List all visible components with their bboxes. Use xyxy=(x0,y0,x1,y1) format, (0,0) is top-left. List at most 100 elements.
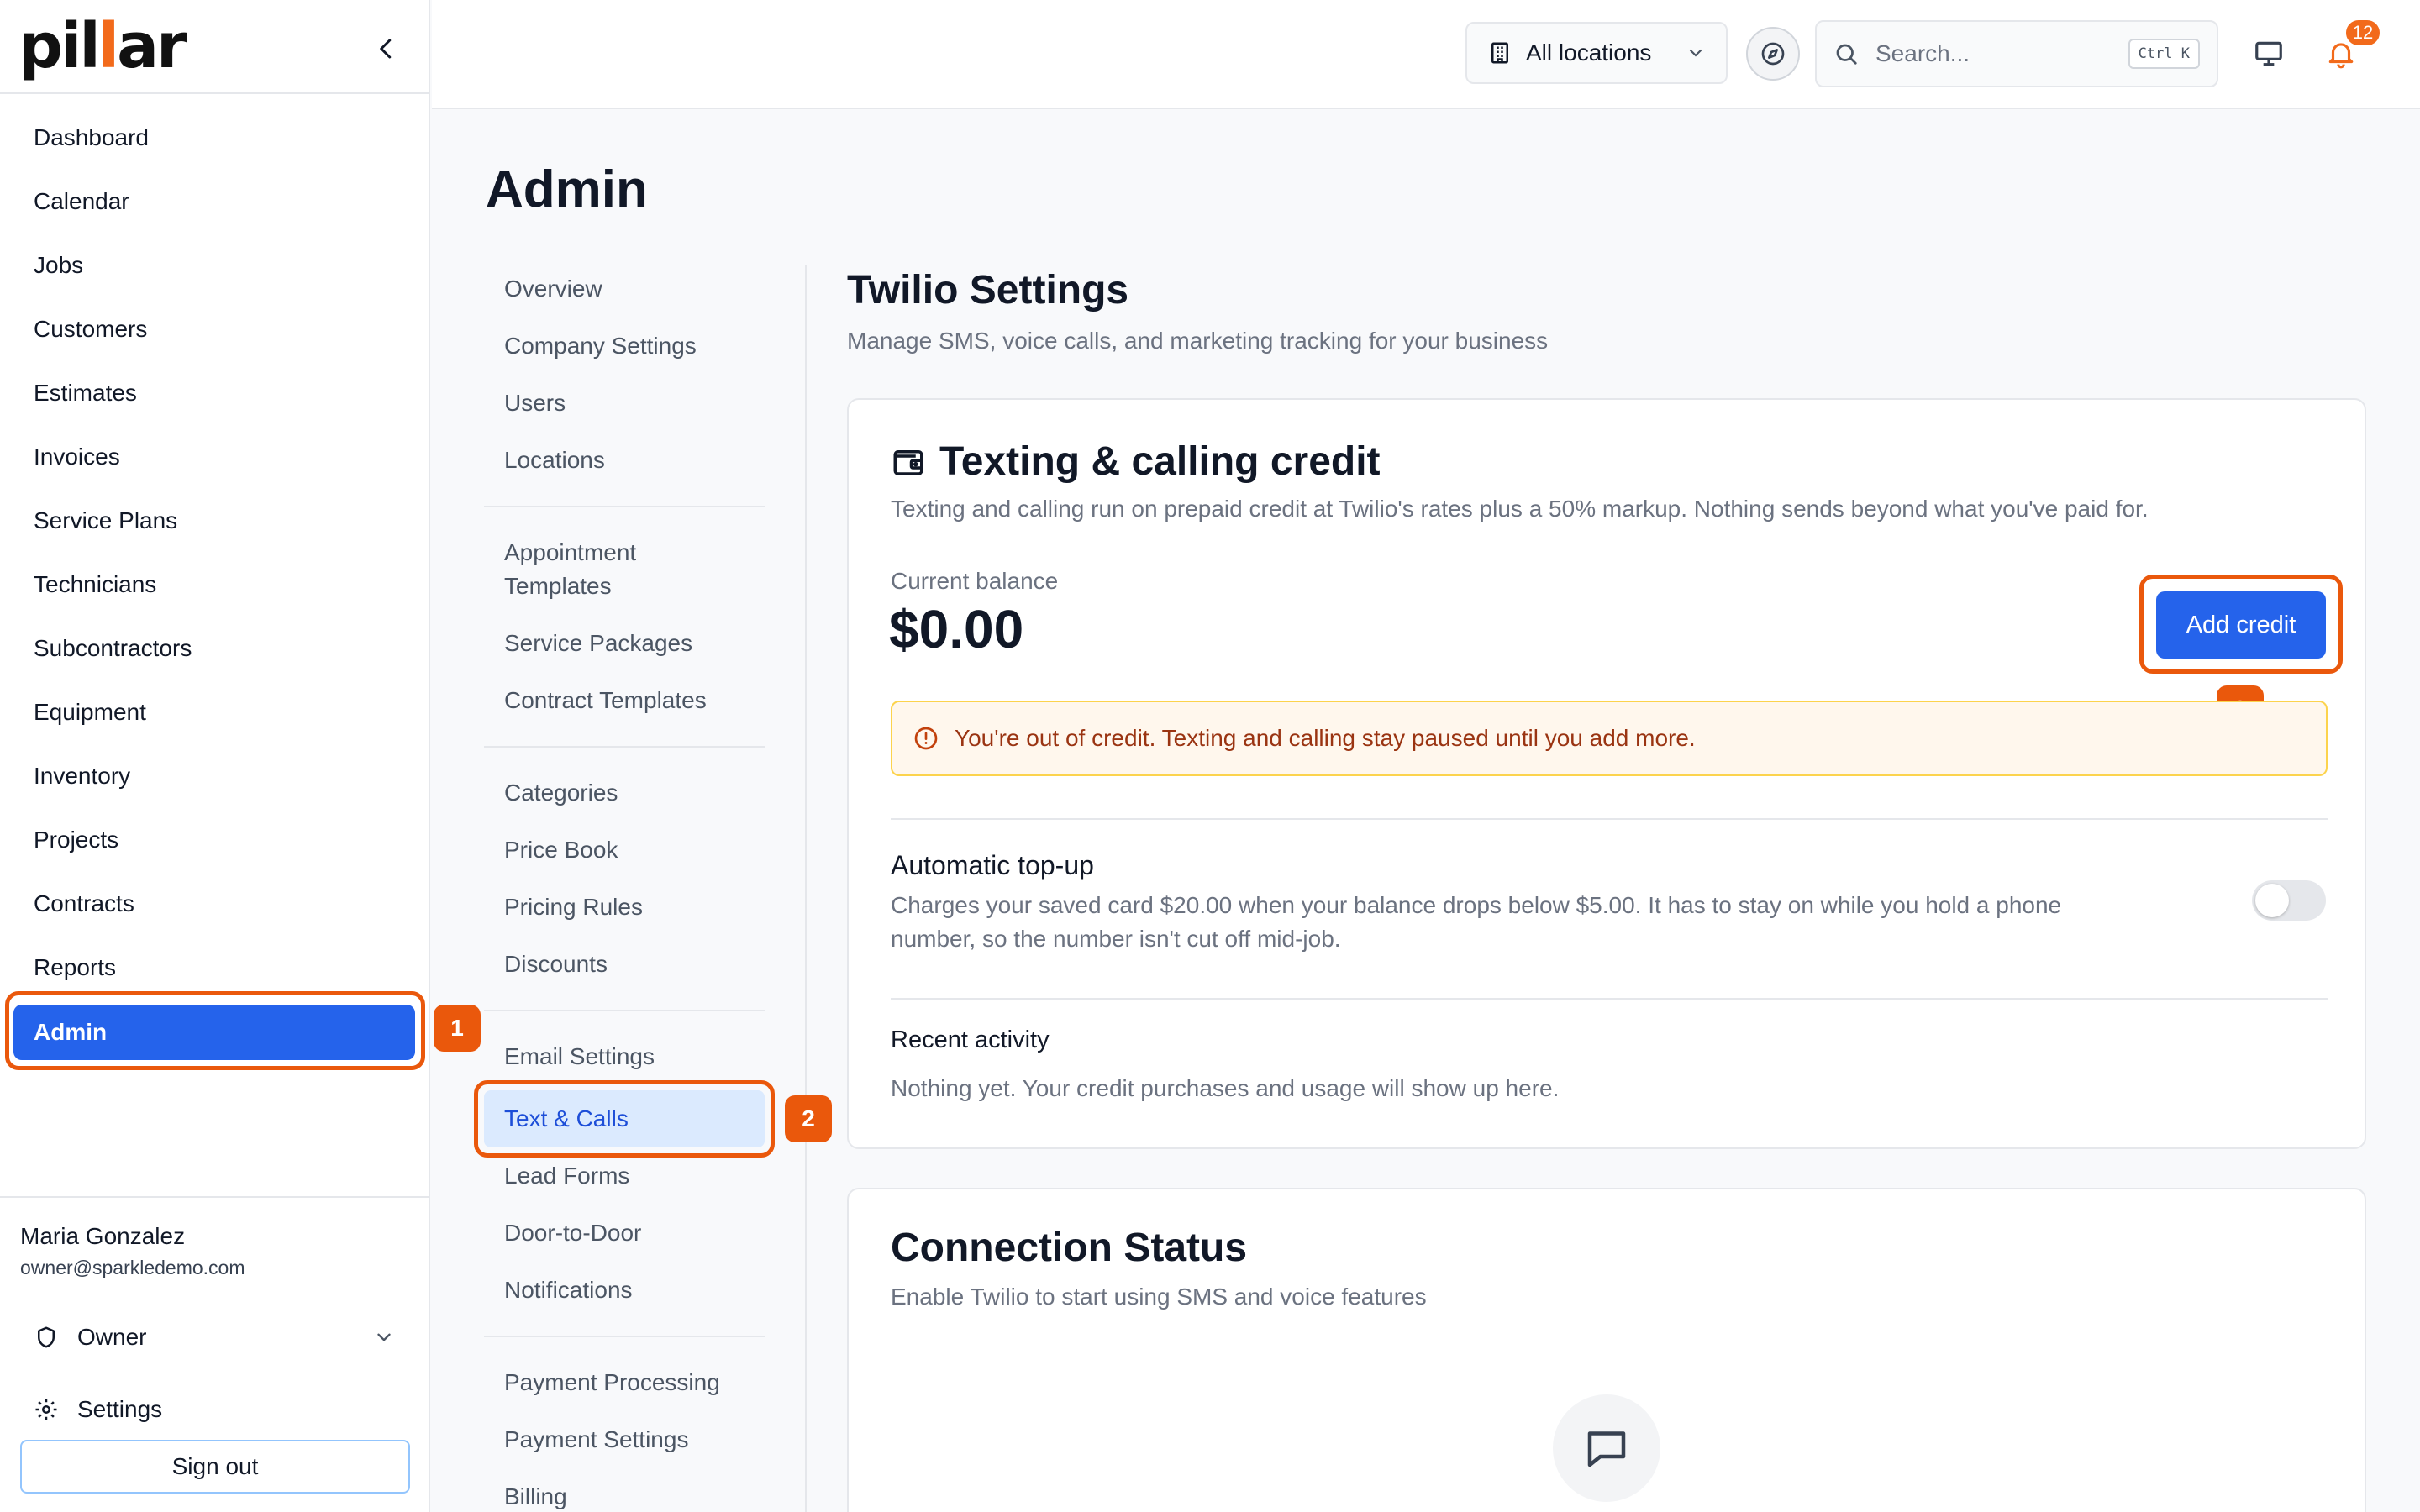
sidebar-item-jobs[interactable]: Jobs xyxy=(0,234,430,297)
display-mode-button[interactable] xyxy=(2245,30,2292,77)
subnav-item-service-packages[interactable]: Service Packages xyxy=(484,615,765,672)
subnav-separator xyxy=(484,506,765,507)
auto-topup-title: Automatic top-up xyxy=(891,850,1094,880)
sidebar-item-contracts[interactable]: Contracts xyxy=(0,872,430,936)
sidebar-item-calendar[interactable]: Calendar xyxy=(0,170,430,234)
subnav-item-door-to-door[interactable]: Door-to-Door xyxy=(484,1205,765,1262)
subnav-item-overview[interactable]: Overview xyxy=(484,260,765,318)
alert-message: You're out of credit. Texting and callin… xyxy=(955,725,1696,751)
sidebar-item-label: Admin xyxy=(13,1005,415,1060)
step-badge-2: 2 xyxy=(785,1095,832,1142)
subnav-item-categories[interactable]: Categories xyxy=(484,764,765,822)
sidebar: pillar Dashboard Calendar Jobs Customers Est… xyxy=(0,0,430,1512)
balance-value: $0.00 xyxy=(889,599,1024,659)
logo-row: pillar xyxy=(0,0,429,94)
user-block: Maria Gonzalez owner@sparkledemo.com Own… xyxy=(0,1196,430,1512)
subnav-item-notifications[interactable]: Notifications xyxy=(484,1262,765,1319)
gear-icon xyxy=(35,1399,57,1420)
sidebar-item-projects[interactable]: Projects xyxy=(0,808,430,872)
subnav-item-discounts[interactable]: Discounts xyxy=(484,936,765,993)
auto-topup-description: Charges your saved card $20.00 when your… xyxy=(891,892,2062,952)
subnav-item-locations[interactable]: Locations xyxy=(484,432,765,489)
subnav-item-contract-templates[interactable]: Contract Templates xyxy=(484,672,765,729)
subnav-item-lead-forms[interactable]: Lead Forms xyxy=(484,1147,765,1205)
sidebar-item-admin[interactable]: Admin xyxy=(0,1000,430,1063)
search-box: Ctrl K xyxy=(1815,20,2218,87)
sidebar-item-customers[interactable]: Customers xyxy=(0,297,430,361)
subnav-item-pricing-rules[interactable]: Pricing Rules xyxy=(484,879,765,936)
chevron-down-icon xyxy=(1689,49,1702,57)
search-input[interactable] xyxy=(1876,40,2111,67)
role-selector[interactable]: Owner xyxy=(34,1312,395,1362)
credit-card-header: Texting & calling credit xyxy=(891,438,1381,485)
subnav-item-payment-settings[interactable]: Payment Settings xyxy=(484,1411,765,1468)
sidebar-item-estimates[interactable]: Estimates xyxy=(0,361,430,425)
toggle-knob xyxy=(2255,884,2289,917)
settings-link[interactable]: Settings xyxy=(34,1384,162,1435)
subnav-item-appointment-templates[interactable]: Appointment Templates xyxy=(484,524,677,615)
connection-card-title: Connection Status xyxy=(891,1226,1248,1270)
subnav-item-price-book[interactable]: Price Book xyxy=(484,822,765,879)
out-of-credit-alert: You're out of credit. Texting and callin… xyxy=(891,701,2328,776)
location-label: All locations xyxy=(1526,39,1652,66)
subnav-item-payment-processing[interactable]: Payment Processing xyxy=(484,1354,765,1411)
sidebar-item-dashboard[interactable]: Dashboard xyxy=(0,106,430,170)
chevron-down-icon xyxy=(377,1333,391,1341)
divider xyxy=(891,998,2328,1000)
shield-icon xyxy=(38,1326,55,1348)
sign-out-button[interactable]: Sign out xyxy=(20,1440,410,1494)
auto-topup-toggle[interactable] xyxy=(2252,880,2326,921)
credit-card-title: Texting & calling credit xyxy=(939,439,1381,484)
subnav-separator xyxy=(484,1010,765,1011)
settings-label: Settings xyxy=(77,1396,163,1422)
sidebar-item-invoices[interactable]: Invoices xyxy=(0,425,430,489)
sidebar-item-equipment[interactable]: Equipment xyxy=(0,680,430,744)
recent-activity-empty-text: Nothing yet. Your credit purchases and u… xyxy=(891,1075,1560,1101)
page-title: Admin xyxy=(486,160,648,218)
subnav-item-company-settings[interactable]: Company Settings xyxy=(484,318,765,375)
add-credit-button[interactable]: Add credit xyxy=(2156,591,2326,659)
sms-icon-circle xyxy=(1553,1394,1660,1502)
wallet-icon xyxy=(893,449,923,475)
connection-card-header: Connection Status xyxy=(891,1225,1247,1271)
message-square-icon xyxy=(1587,1431,1626,1467)
building-icon xyxy=(1491,42,1508,64)
balance-label: Current balance xyxy=(891,568,1059,594)
explore-button[interactable] xyxy=(1746,27,1800,81)
sidebar-item-service-plans[interactable]: Service Plans xyxy=(0,489,430,553)
subnav-item-billing[interactable]: Billing xyxy=(484,1468,765,1512)
notification-count-badge: 12 xyxy=(2344,18,2381,47)
credit-card: Texting & calling credit Texting and cal… xyxy=(847,398,2366,1149)
user-email: owner@sparkledemo.com xyxy=(20,1257,245,1278)
role-label: Owner xyxy=(77,1324,147,1350)
sidebar-item-subcontractors[interactable]: Subcontractors xyxy=(0,617,430,680)
pillar-logo[interactable]: pillar xyxy=(18,15,187,77)
user-name: Maria Gonzalez xyxy=(20,1223,186,1249)
top-bar: All locations Ctrl K 12 xyxy=(432,0,2420,109)
sidebar-item-reports[interactable]: Reports xyxy=(0,936,430,1000)
sub-nav-divider xyxy=(805,265,807,1512)
sidebar-item-technicians[interactable]: Technicians xyxy=(0,553,430,617)
connection-card-description: Enable Twilio to start using SMS and voi… xyxy=(891,1284,1427,1310)
divider xyxy=(891,818,2328,820)
subnav-separator xyxy=(484,746,765,748)
collapse-sidebar-button[interactable] xyxy=(366,29,407,69)
connection-status-card: Connection Status Enable Twilio to start… xyxy=(847,1188,2366,1512)
monitor-icon xyxy=(2255,41,2282,66)
content-title: Twilio Settings xyxy=(847,268,1129,312)
recent-activity-title: Recent activity xyxy=(891,1026,1050,1053)
sidebar-item-inventory[interactable]: Inventory xyxy=(0,744,430,808)
alert-circle-icon xyxy=(914,727,938,750)
location-selector[interactable]: All locations xyxy=(1465,22,1728,84)
subnav-item-text-and-calls[interactable]: Text & Calls xyxy=(484,1090,765,1147)
subnav-item-email-settings[interactable]: Email Settings xyxy=(484,1028,765,1085)
compass-icon xyxy=(1761,42,1785,66)
credit-card-description: Texting and calling run on prepaid credi… xyxy=(891,496,2149,522)
main-nav: Dashboard Calendar Jobs Customers Estimates I… xyxy=(0,106,430,1063)
content-subtitle: Manage SMS, voice calls, and marketing t… xyxy=(847,328,1549,354)
subnav-separator xyxy=(484,1336,765,1337)
admin-sub-nav: Overview Company Settings Users Locations Ap… xyxy=(484,260,765,1512)
search-icon xyxy=(1836,44,1857,65)
subnav-item-users[interactable]: Users xyxy=(484,375,765,432)
chevron-left-icon xyxy=(380,39,392,59)
